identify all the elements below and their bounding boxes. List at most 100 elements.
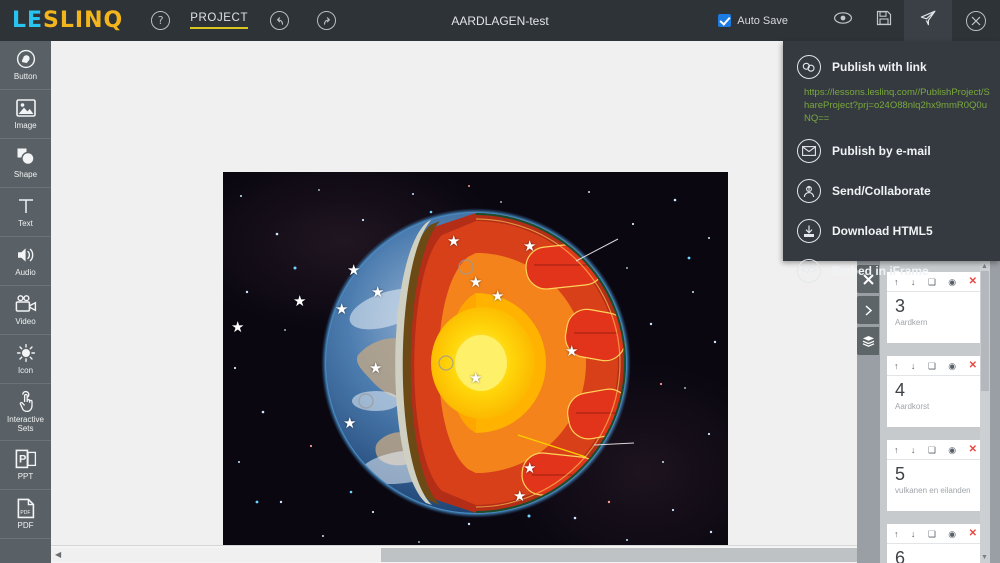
hscroll-track[interactable]	[381, 548, 857, 562]
earth-cutaway-graphic	[318, 205, 635, 521]
powerpoint-icon: P	[15, 448, 37, 470]
canvas-sheet[interactable]: ★ ★ ★ ★ ★ ★ ★ ★ ★ ★ ★ ★ ★ ★ ★	[51, 41, 857, 545]
hotspot-marker[interactable]: ★	[469, 371, 482, 386]
publish-link-url[interactable]: https://lessons.leslinq.com//PublishProj…	[783, 87, 1000, 131]
canvas-work-area[interactable]: ★ ★ ★ ★ ★ ★ ★ ★ ★ ★ ★ ★ ★ ★ ★	[51, 41, 857, 545]
hotspot-marker[interactable]: ★	[371, 285, 384, 300]
pdf-file-icon: PDF	[15, 497, 37, 519]
hotspot-marker[interactable]: ★	[469, 275, 482, 290]
redo-button[interactable]	[317, 11, 337, 30]
visibility-icon[interactable]: ◉	[948, 361, 956, 371]
download-icon	[797, 219, 821, 244]
hotspot-marker[interactable]: ★	[565, 344, 578, 359]
video-camera-icon	[15, 293, 37, 315]
slide-card[interactable]: ↑ ↓ ❏ ◉ ✕ 4 Aardkorst	[887, 356, 984, 427]
help-button[interactable]: ?	[151, 11, 171, 30]
slide-card-tools: ↑ ↓ ❏ ◉ ✕	[887, 356, 984, 376]
hotspot-marker[interactable]: ★	[513, 489, 526, 504]
slide-number: 4	[895, 380, 906, 400]
delete-icon[interactable]: ✕	[969, 445, 977, 455]
sidebar-item-label: Video	[15, 317, 36, 327]
scroll-down-arrow-icon[interactable]: ▼	[981, 554, 988, 561]
top-toolbar: LESLINQ ? PROJECT AARDLAGEN-test Auto Sa…	[0, 0, 1000, 41]
hotspot-marker[interactable]: ★	[369, 361, 382, 376]
text-icon	[15, 195, 37, 217]
sidebar-item-pdf[interactable]: PDF PDF	[0, 490, 51, 539]
hotspot-marker[interactable]: ★	[335, 302, 348, 317]
move-up-icon[interactable]: ↑	[894, 529, 899, 539]
sidebar-item-label: Audio	[15, 268, 36, 278]
menu-item-publish-by-email[interactable]: Publish by e-mail	[783, 131, 1000, 171]
delete-icon[interactable]: ✕	[969, 361, 977, 371]
slide-card[interactable]: ↑ ↓ ❏ ◉ ✕ 6	[887, 524, 984, 563]
menu-item-embed-iframe[interactable]: </> Embed in iFrame	[783, 251, 1000, 291]
duplicate-icon[interactable]: ❏	[928, 361, 936, 371]
floppy-disk-icon	[876, 10, 892, 31]
sidebar-item-audio[interactable]: Audio	[0, 237, 51, 286]
slide-number: 6	[895, 548, 906, 563]
move-down-icon[interactable]: ↓	[911, 361, 916, 371]
sidebar-item-text[interactable]: Text	[0, 188, 51, 237]
menu-item-send-collaborate[interactable]: Send/Collaborate	[783, 171, 1000, 211]
publish-send-button[interactable]	[904, 0, 952, 41]
envelope-icon	[797, 139, 821, 164]
hotspot-marker[interactable]: ★	[523, 461, 536, 476]
top-toolbar-right: Auto Save	[718, 0, 1000, 41]
undo-button[interactable]	[270, 11, 290, 30]
sidebar-item-icon[interactable]: Icon	[0, 335, 51, 384]
slides-scrollbar[interactable]: ▲ ▼	[980, 261, 990, 563]
visibility-icon[interactable]: ◉	[948, 529, 956, 539]
earth-svg	[321, 208, 635, 518]
duplicate-icon[interactable]: ❏	[928, 529, 936, 539]
autosave-label: Auto Save	[737, 14, 788, 27]
delete-icon[interactable]: ✕	[969, 529, 977, 539]
sidebar-item-ppt[interactable]: P PPT	[0, 441, 51, 490]
slide-card[interactable]: ↑ ↓ ❏ ◉ ✕ 5 vulkanen en eilanden	[887, 440, 984, 511]
hotspot-marker[interactable]: ★	[231, 320, 244, 335]
close-button[interactable]	[952, 0, 1000, 41]
visibility-icon[interactable]: ◉	[948, 445, 956, 455]
horizontal-scrollbar[interactable]: ◀	[51, 545, 857, 563]
preview-button[interactable]	[822, 0, 863, 41]
move-up-icon[interactable]: ↑	[894, 445, 899, 455]
menu-item-download-html5[interactable]: Download HTML5	[783, 211, 1000, 251]
menu-item-publish-with-link[interactable]: Publish with link	[783, 47, 1000, 87]
move-up-icon[interactable]: ↑	[894, 361, 899, 371]
sidebar-item-label: Icon	[17, 366, 34, 376]
hotspot-marker[interactable]: ★	[343, 416, 356, 431]
shape-icon	[15, 146, 37, 168]
share-person-icon	[797, 179, 821, 204]
sidebar-item-label: Text	[18, 219, 33, 229]
sidebar-item-video[interactable]: Video	[0, 286, 51, 335]
sidebar-item-button[interactable]: Button	[0, 41, 51, 90]
hotspot-marker[interactable]: ★	[523, 239, 536, 254]
move-down-icon[interactable]: ↓	[911, 529, 916, 539]
hscroll-left-arrow-icon[interactable]: ◀	[55, 550, 61, 559]
paper-plane-icon	[919, 9, 937, 32]
sidebar-item-shape[interactable]: Shape	[0, 139, 51, 188]
code-icon: </>	[797, 259, 821, 284]
lightbulb-icon	[15, 342, 37, 364]
menu-item-label: Embed in iFrame	[832, 264, 929, 279]
move-down-icon[interactable]: ↓	[911, 445, 916, 455]
slide-image-earth-cross-section[interactable]: ★ ★ ★ ★ ★ ★ ★ ★ ★ ★ ★ ★ ★ ★ ★	[223, 172, 728, 545]
menu-item-label: Download HTML5	[832, 224, 933, 239]
hotspot-marker[interactable]: ★	[447, 234, 460, 249]
save-button[interactable]	[863, 0, 904, 41]
layers-button[interactable]	[857, 327, 879, 355]
autosave-toggle[interactable]: Auto Save	[718, 14, 788, 27]
hscroll-thumb[interactable]	[51, 548, 381, 562]
leslinq-logo[interactable]: LESLINQ	[12, 9, 123, 32]
autosave-checkbox[interactable]	[718, 14, 732, 27]
expand-panel-button[interactable]	[857, 296, 879, 324]
menu-item-label: Send/Collaborate	[832, 184, 931, 199]
hotspot-marker[interactable]: ★	[347, 263, 360, 278]
slides-list[interactable]: ↑ ↓ ❏ ◉ ✕ 3 Aardkern ↑ ↓ ❏ ◉ ✕ 4 Aardkor…	[880, 247, 990, 563]
link-icon	[797, 55, 821, 79]
hotspot-marker[interactable]: ★	[293, 294, 306, 309]
hotspot-marker[interactable]: ★	[491, 289, 504, 304]
tab-project[interactable]: PROJECT	[190, 12, 249, 29]
sidebar-item-image[interactable]: Image	[0, 90, 51, 139]
duplicate-icon[interactable]: ❏	[928, 445, 936, 455]
sidebar-item-interactive-sets[interactable]: Interactive Sets	[0, 384, 51, 441]
